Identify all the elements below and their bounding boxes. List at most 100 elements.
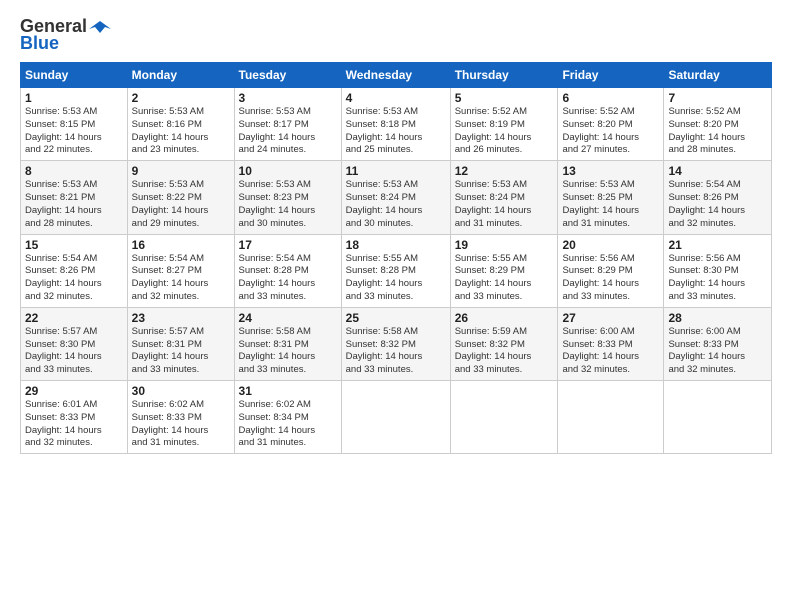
- day-info: Sunrise: 5:53 AM Sunset: 8:24 PM Dayligh…: [346, 179, 446, 230]
- day-info: Sunrise: 5:53 AM Sunset: 8:18 PM Dayligh…: [346, 106, 446, 157]
- day-info: Sunrise: 6:02 AM Sunset: 8:33 PM Dayligh…: [132, 399, 230, 450]
- day-info: Sunrise: 5:53 AM Sunset: 8:17 PM Dayligh…: [239, 106, 337, 157]
- calendar-week-4: 22Sunrise: 5:57 AM Sunset: 8:30 PM Dayli…: [21, 307, 772, 380]
- calendar-cell: 9Sunrise: 5:53 AM Sunset: 8:22 PM Daylig…: [127, 161, 234, 234]
- calendar-week-5: 29Sunrise: 6:01 AM Sunset: 8:33 PM Dayli…: [21, 381, 772, 454]
- day-number: 27: [562, 311, 659, 325]
- calendar-cell: 12Sunrise: 5:53 AM Sunset: 8:24 PM Dayli…: [450, 161, 558, 234]
- day-number: 5: [455, 91, 554, 105]
- day-info: Sunrise: 5:56 AM Sunset: 8:30 PM Dayligh…: [668, 253, 767, 304]
- day-number: 30: [132, 384, 230, 398]
- calendar-cell: 19Sunrise: 5:55 AM Sunset: 8:29 PM Dayli…: [450, 234, 558, 307]
- calendar-cell: 10Sunrise: 5:53 AM Sunset: 8:23 PM Dayli…: [234, 161, 341, 234]
- day-info: Sunrise: 5:55 AM Sunset: 8:29 PM Dayligh…: [455, 253, 554, 304]
- calendar-cell: 27Sunrise: 6:00 AM Sunset: 8:33 PM Dayli…: [558, 307, 664, 380]
- day-number: 21: [668, 238, 767, 252]
- day-number: 6: [562, 91, 659, 105]
- calendar-cell: 20Sunrise: 5:56 AM Sunset: 8:29 PM Dayli…: [558, 234, 664, 307]
- day-number: 9: [132, 164, 230, 178]
- calendar-cell: 2Sunrise: 5:53 AM Sunset: 8:16 PM Daylig…: [127, 88, 234, 161]
- day-number: 12: [455, 164, 554, 178]
- day-number: 20: [562, 238, 659, 252]
- day-info: Sunrise: 5:52 AM Sunset: 8:20 PM Dayligh…: [668, 106, 767, 157]
- day-info: Sunrise: 5:54 AM Sunset: 8:26 PM Dayligh…: [668, 179, 767, 230]
- day-number: 26: [455, 311, 554, 325]
- calendar-cell: 16Sunrise: 5:54 AM Sunset: 8:27 PM Dayli…: [127, 234, 234, 307]
- calendar-week-1: 1Sunrise: 5:53 AM Sunset: 8:15 PM Daylig…: [21, 88, 772, 161]
- day-number: 10: [239, 164, 337, 178]
- day-number: 14: [668, 164, 767, 178]
- day-number: 28: [668, 311, 767, 325]
- day-number: 3: [239, 91, 337, 105]
- calendar-cell: 21Sunrise: 5:56 AM Sunset: 8:30 PM Dayli…: [664, 234, 772, 307]
- day-number: 31: [239, 384, 337, 398]
- day-number: 29: [25, 384, 123, 398]
- day-info: Sunrise: 5:53 AM Sunset: 8:23 PM Dayligh…: [239, 179, 337, 230]
- calendar-week-2: 8Sunrise: 5:53 AM Sunset: 8:21 PM Daylig…: [21, 161, 772, 234]
- calendar-cell: [558, 381, 664, 454]
- calendar-cell: 1Sunrise: 5:53 AM Sunset: 8:15 PM Daylig…: [21, 88, 128, 161]
- day-info: Sunrise: 5:57 AM Sunset: 8:30 PM Dayligh…: [25, 326, 123, 377]
- calendar-cell: 4Sunrise: 5:53 AM Sunset: 8:18 PM Daylig…: [341, 88, 450, 161]
- calendar-cell: 29Sunrise: 6:01 AM Sunset: 8:33 PM Dayli…: [21, 381, 128, 454]
- logo-blue: Blue: [20, 33, 59, 54]
- day-info: Sunrise: 6:00 AM Sunset: 8:33 PM Dayligh…: [668, 326, 767, 377]
- calendar-cell: 11Sunrise: 5:53 AM Sunset: 8:24 PM Dayli…: [341, 161, 450, 234]
- day-number: 2: [132, 91, 230, 105]
- day-info: Sunrise: 5:54 AM Sunset: 8:27 PM Dayligh…: [132, 253, 230, 304]
- calendar-cell: 28Sunrise: 6:00 AM Sunset: 8:33 PM Dayli…: [664, 307, 772, 380]
- day-info: Sunrise: 5:53 AM Sunset: 8:21 PM Dayligh…: [25, 179, 123, 230]
- calendar-cell: 7Sunrise: 5:52 AM Sunset: 8:20 PM Daylig…: [664, 88, 772, 161]
- calendar-header-saturday: Saturday: [664, 63, 772, 88]
- day-number: 11: [346, 164, 446, 178]
- calendar-cell: [664, 381, 772, 454]
- logo-bird-icon: [89, 19, 111, 35]
- calendar-cell: 31Sunrise: 6:02 AM Sunset: 8:34 PM Dayli…: [234, 381, 341, 454]
- calendar-header-wednesday: Wednesday: [341, 63, 450, 88]
- day-info: Sunrise: 5:56 AM Sunset: 8:29 PM Dayligh…: [562, 253, 659, 304]
- day-info: Sunrise: 5:52 AM Sunset: 8:19 PM Dayligh…: [455, 106, 554, 157]
- day-info: Sunrise: 5:53 AM Sunset: 8:25 PM Dayligh…: [562, 179, 659, 230]
- calendar-cell: 8Sunrise: 5:53 AM Sunset: 8:21 PM Daylig…: [21, 161, 128, 234]
- day-info: Sunrise: 5:53 AM Sunset: 8:24 PM Dayligh…: [455, 179, 554, 230]
- page: General Blue SundayMondayTuesdayWednesda…: [0, 0, 792, 612]
- day-info: Sunrise: 6:02 AM Sunset: 8:34 PM Dayligh…: [239, 399, 337, 450]
- calendar-header-tuesday: Tuesday: [234, 63, 341, 88]
- day-info: Sunrise: 6:01 AM Sunset: 8:33 PM Dayligh…: [25, 399, 123, 450]
- day-number: 13: [562, 164, 659, 178]
- day-info: Sunrise: 5:58 AM Sunset: 8:31 PM Dayligh…: [239, 326, 337, 377]
- day-number: 23: [132, 311, 230, 325]
- calendar-table: SundayMondayTuesdayWednesdayThursdayFrid…: [20, 62, 772, 454]
- day-number: 25: [346, 311, 446, 325]
- calendar-header-row: SundayMondayTuesdayWednesdayThursdayFrid…: [21, 63, 772, 88]
- calendar-cell: 6Sunrise: 5:52 AM Sunset: 8:20 PM Daylig…: [558, 88, 664, 161]
- day-number: 4: [346, 91, 446, 105]
- calendar-cell: 17Sunrise: 5:54 AM Sunset: 8:28 PM Dayli…: [234, 234, 341, 307]
- day-number: 8: [25, 164, 123, 178]
- calendar-header-monday: Monday: [127, 63, 234, 88]
- day-number: 7: [668, 91, 767, 105]
- calendar-cell: 24Sunrise: 5:58 AM Sunset: 8:31 PM Dayli…: [234, 307, 341, 380]
- day-info: Sunrise: 5:55 AM Sunset: 8:28 PM Dayligh…: [346, 253, 446, 304]
- day-number: 16: [132, 238, 230, 252]
- day-info: Sunrise: 6:00 AM Sunset: 8:33 PM Dayligh…: [562, 326, 659, 377]
- day-number: 18: [346, 238, 446, 252]
- day-number: 24: [239, 311, 337, 325]
- day-number: 1: [25, 91, 123, 105]
- calendar-cell: [450, 381, 558, 454]
- calendar-week-3: 15Sunrise: 5:54 AM Sunset: 8:26 PM Dayli…: [21, 234, 772, 307]
- calendar-cell: 3Sunrise: 5:53 AM Sunset: 8:17 PM Daylig…: [234, 88, 341, 161]
- day-info: Sunrise: 5:53 AM Sunset: 8:16 PM Dayligh…: [132, 106, 230, 157]
- calendar-cell: 5Sunrise: 5:52 AM Sunset: 8:19 PM Daylig…: [450, 88, 558, 161]
- calendar-cell: 26Sunrise: 5:59 AM Sunset: 8:32 PM Dayli…: [450, 307, 558, 380]
- calendar-cell: 15Sunrise: 5:54 AM Sunset: 8:26 PM Dayli…: [21, 234, 128, 307]
- day-info: Sunrise: 5:52 AM Sunset: 8:20 PM Dayligh…: [562, 106, 659, 157]
- header: General Blue: [20, 16, 772, 54]
- day-info: Sunrise: 5:53 AM Sunset: 8:15 PM Dayligh…: [25, 106, 123, 157]
- day-number: 17: [239, 238, 337, 252]
- calendar-cell: 25Sunrise: 5:58 AM Sunset: 8:32 PM Dayli…: [341, 307, 450, 380]
- calendar-header-thursday: Thursday: [450, 63, 558, 88]
- calendar-cell: 23Sunrise: 5:57 AM Sunset: 8:31 PM Dayli…: [127, 307, 234, 380]
- day-info: Sunrise: 5:58 AM Sunset: 8:32 PM Dayligh…: [346, 326, 446, 377]
- calendar-cell: 13Sunrise: 5:53 AM Sunset: 8:25 PM Dayli…: [558, 161, 664, 234]
